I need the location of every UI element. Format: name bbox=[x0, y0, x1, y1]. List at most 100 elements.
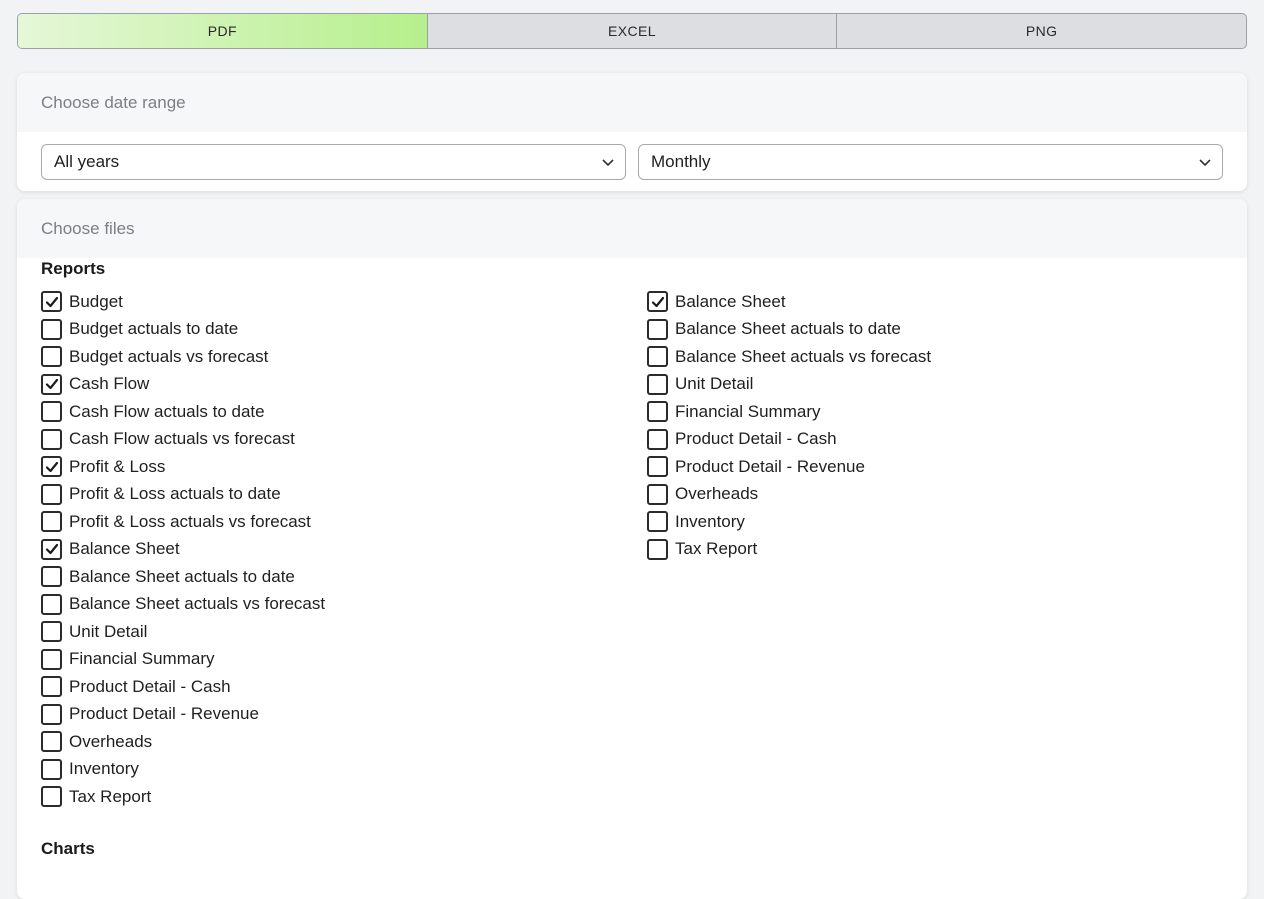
checkbox-label: Product Detail - Revenue bbox=[675, 456, 865, 476]
report-checkbox-item[interactable]: Product Detail - Revenue bbox=[647, 453, 931, 481]
checkbox[interactable] bbox=[41, 731, 62, 753]
checkbox-label: Financial Summary bbox=[69, 649, 215, 669]
checkbox-label: Profit & Loss actuals to date bbox=[69, 484, 281, 504]
report-checkbox-item[interactable]: Budget bbox=[41, 288, 325, 316]
report-checkbox-item[interactable]: Product Detail - Cash bbox=[41, 673, 325, 701]
checkbox[interactable] bbox=[647, 428, 668, 450]
checkbox[interactable] bbox=[647, 373, 668, 395]
report-checkbox-item[interactable]: Unit Detail bbox=[41, 618, 325, 646]
checkmark-icon bbox=[651, 296, 664, 307]
report-checkbox-item[interactable]: Budget actuals vs forecast bbox=[41, 343, 325, 371]
checkbox[interactable] bbox=[647, 456, 668, 478]
date-range-selects: All years Monthly bbox=[41, 144, 1223, 180]
checkbox[interactable] bbox=[41, 703, 62, 725]
checkbox[interactable] bbox=[41, 428, 62, 450]
reports-right-column: Balance Sheet Balance Sheet actuals to da… bbox=[647, 288, 931, 563]
tab-excel[interactable]: EXCEL bbox=[428, 14, 838, 48]
checkbox[interactable] bbox=[41, 373, 62, 395]
checkbox-label: Budget actuals to date bbox=[69, 319, 239, 339]
checkbox[interactable] bbox=[41, 621, 62, 643]
checkbox-label: Balance Sheet actuals vs forecast bbox=[69, 594, 326, 614]
report-checkbox-item[interactable]: Overheads bbox=[647, 481, 931, 509]
checkbox[interactable] bbox=[647, 401, 668, 423]
report-checkbox-item[interactable]: Balance Sheet actuals to date bbox=[41, 563, 325, 591]
checkmark-icon bbox=[45, 461, 58, 472]
tab-png[interactable]: PNG bbox=[837, 14, 1246, 48]
checkbox-label: Budget actuals vs forecast bbox=[69, 346, 269, 366]
checkbox-label: Unit Detail bbox=[69, 621, 148, 641]
report-checkbox-item[interactable]: Cash Flow actuals to date bbox=[41, 398, 325, 426]
checkbox[interactable] bbox=[647, 318, 668, 340]
checkbox[interactable] bbox=[41, 593, 62, 615]
report-checkbox-item[interactable]: Balance Sheet actuals to date bbox=[647, 316, 931, 344]
checkbox-label: Product Detail - Cash bbox=[675, 429, 837, 449]
checkbox[interactable] bbox=[41, 483, 62, 505]
checkbox[interactable] bbox=[41, 648, 62, 670]
report-checkbox-item[interactable]: Unit Detail bbox=[647, 371, 931, 399]
checkbox[interactable] bbox=[647, 291, 668, 313]
reports-title: Reports bbox=[41, 259, 106, 278]
report-checkbox-item[interactable]: Profit & Loss actuals to date bbox=[41, 481, 325, 509]
report-checkbox-item[interactable]: Balance Sheet bbox=[41, 536, 325, 564]
checkbox-label: Financial Summary bbox=[675, 401, 821, 421]
checkbox-label: Unit Detail bbox=[675, 374, 754, 394]
report-checkbox-item[interactable]: Balance Sheet actuals vs forecast bbox=[647, 343, 931, 371]
checkbox[interactable] bbox=[41, 676, 62, 698]
report-checkbox-item[interactable]: Profit & Loss actuals vs forecast bbox=[41, 508, 325, 536]
checkbox[interactable] bbox=[41, 786, 62, 808]
report-checkbox-item[interactable]: Cash Flow bbox=[41, 371, 325, 399]
checkbox-label: Profit & Loss actuals vs forecast bbox=[69, 511, 311, 531]
checkbox[interactable] bbox=[647, 538, 668, 560]
report-checkbox-item[interactable]: Balance Sheet actuals vs forecast bbox=[41, 591, 325, 619]
checkbox-label: Overheads bbox=[69, 731, 153, 751]
checkmark-icon bbox=[45, 379, 58, 390]
checkbox-label: Cash Flow actuals vs forecast bbox=[69, 429, 295, 449]
report-checkbox-item[interactable]: Inventory bbox=[647, 508, 931, 536]
checkbox-label: Cash Flow actuals to date bbox=[69, 401, 265, 421]
report-checkbox-item[interactable]: Profit & Loss bbox=[41, 453, 325, 481]
checkbox-label: Budget bbox=[69, 291, 123, 311]
checkbox[interactable] bbox=[41, 511, 62, 533]
report-checkbox-item[interactable]: Tax Report bbox=[647, 536, 931, 564]
report-checkbox-item[interactable]: Budget actuals to date bbox=[41, 316, 325, 344]
checkbox-label: Tax Report bbox=[675, 539, 758, 559]
date-range-header: Choose date range bbox=[17, 73, 1247, 132]
checkbox-label: Balance Sheet bbox=[69, 539, 180, 559]
checkbox-label: Balance Sheet actuals to date bbox=[69, 566, 295, 586]
checkbox[interactable] bbox=[647, 483, 668, 505]
checkbox[interactable] bbox=[41, 401, 62, 423]
report-checkbox-item[interactable]: Overheads bbox=[41, 728, 325, 756]
report-checkbox-item[interactable]: Product Detail - Revenue bbox=[41, 701, 325, 729]
checkbox[interactable] bbox=[41, 538, 62, 560]
checkbox-label: Balance Sheet bbox=[675, 291, 786, 311]
report-checkbox-item[interactable]: Inventory bbox=[41, 756, 325, 784]
checkbox-label: Inventory bbox=[675, 511, 745, 531]
tab-pdf[interactable]: PDF bbox=[18, 14, 428, 48]
report-checkbox-item[interactable]: Product Detail - Cash bbox=[647, 426, 931, 454]
checkbox-label: Overheads bbox=[675, 484, 759, 504]
checkbox[interactable] bbox=[41, 346, 62, 368]
checkbox-label: Balance Sheet actuals to date bbox=[675, 319, 901, 339]
chevron-down-icon bbox=[602, 159, 614, 167]
report-checkbox-item[interactable]: Cash Flow actuals vs forecast bbox=[41, 426, 325, 454]
checkbox[interactable] bbox=[41, 758, 62, 780]
checkbox[interactable] bbox=[41, 456, 62, 478]
report-checkbox-item[interactable]: Financial Summary bbox=[41, 646, 325, 674]
checkbox[interactable] bbox=[41, 566, 62, 588]
year-select[interactable]: All years bbox=[41, 144, 626, 180]
report-checkbox-item[interactable]: Financial Summary bbox=[647, 398, 931, 426]
reports-left-column: Budget Budget actuals to date Budget actua… bbox=[41, 288, 325, 811]
report-checkbox-item[interactable]: Balance Sheet bbox=[647, 288, 931, 316]
files-header: Choose files bbox=[17, 199, 1247, 258]
date-range-panel: Choose date range All years Monthly bbox=[17, 73, 1247, 191]
charts-title: Charts bbox=[41, 839, 95, 858]
period-select[interactable]: Monthly bbox=[638, 144, 1223, 180]
checkbox-label: Cash Flow bbox=[69, 374, 150, 394]
report-checkbox-item[interactable]: Tax Report bbox=[41, 783, 325, 811]
checkmark-icon bbox=[45, 544, 58, 555]
checkbox-label: Tax Report bbox=[69, 786, 152, 806]
checkbox[interactable] bbox=[647, 346, 668, 368]
checkbox[interactable] bbox=[41, 291, 62, 313]
checkbox[interactable] bbox=[647, 511, 668, 533]
checkbox[interactable] bbox=[41, 318, 62, 340]
